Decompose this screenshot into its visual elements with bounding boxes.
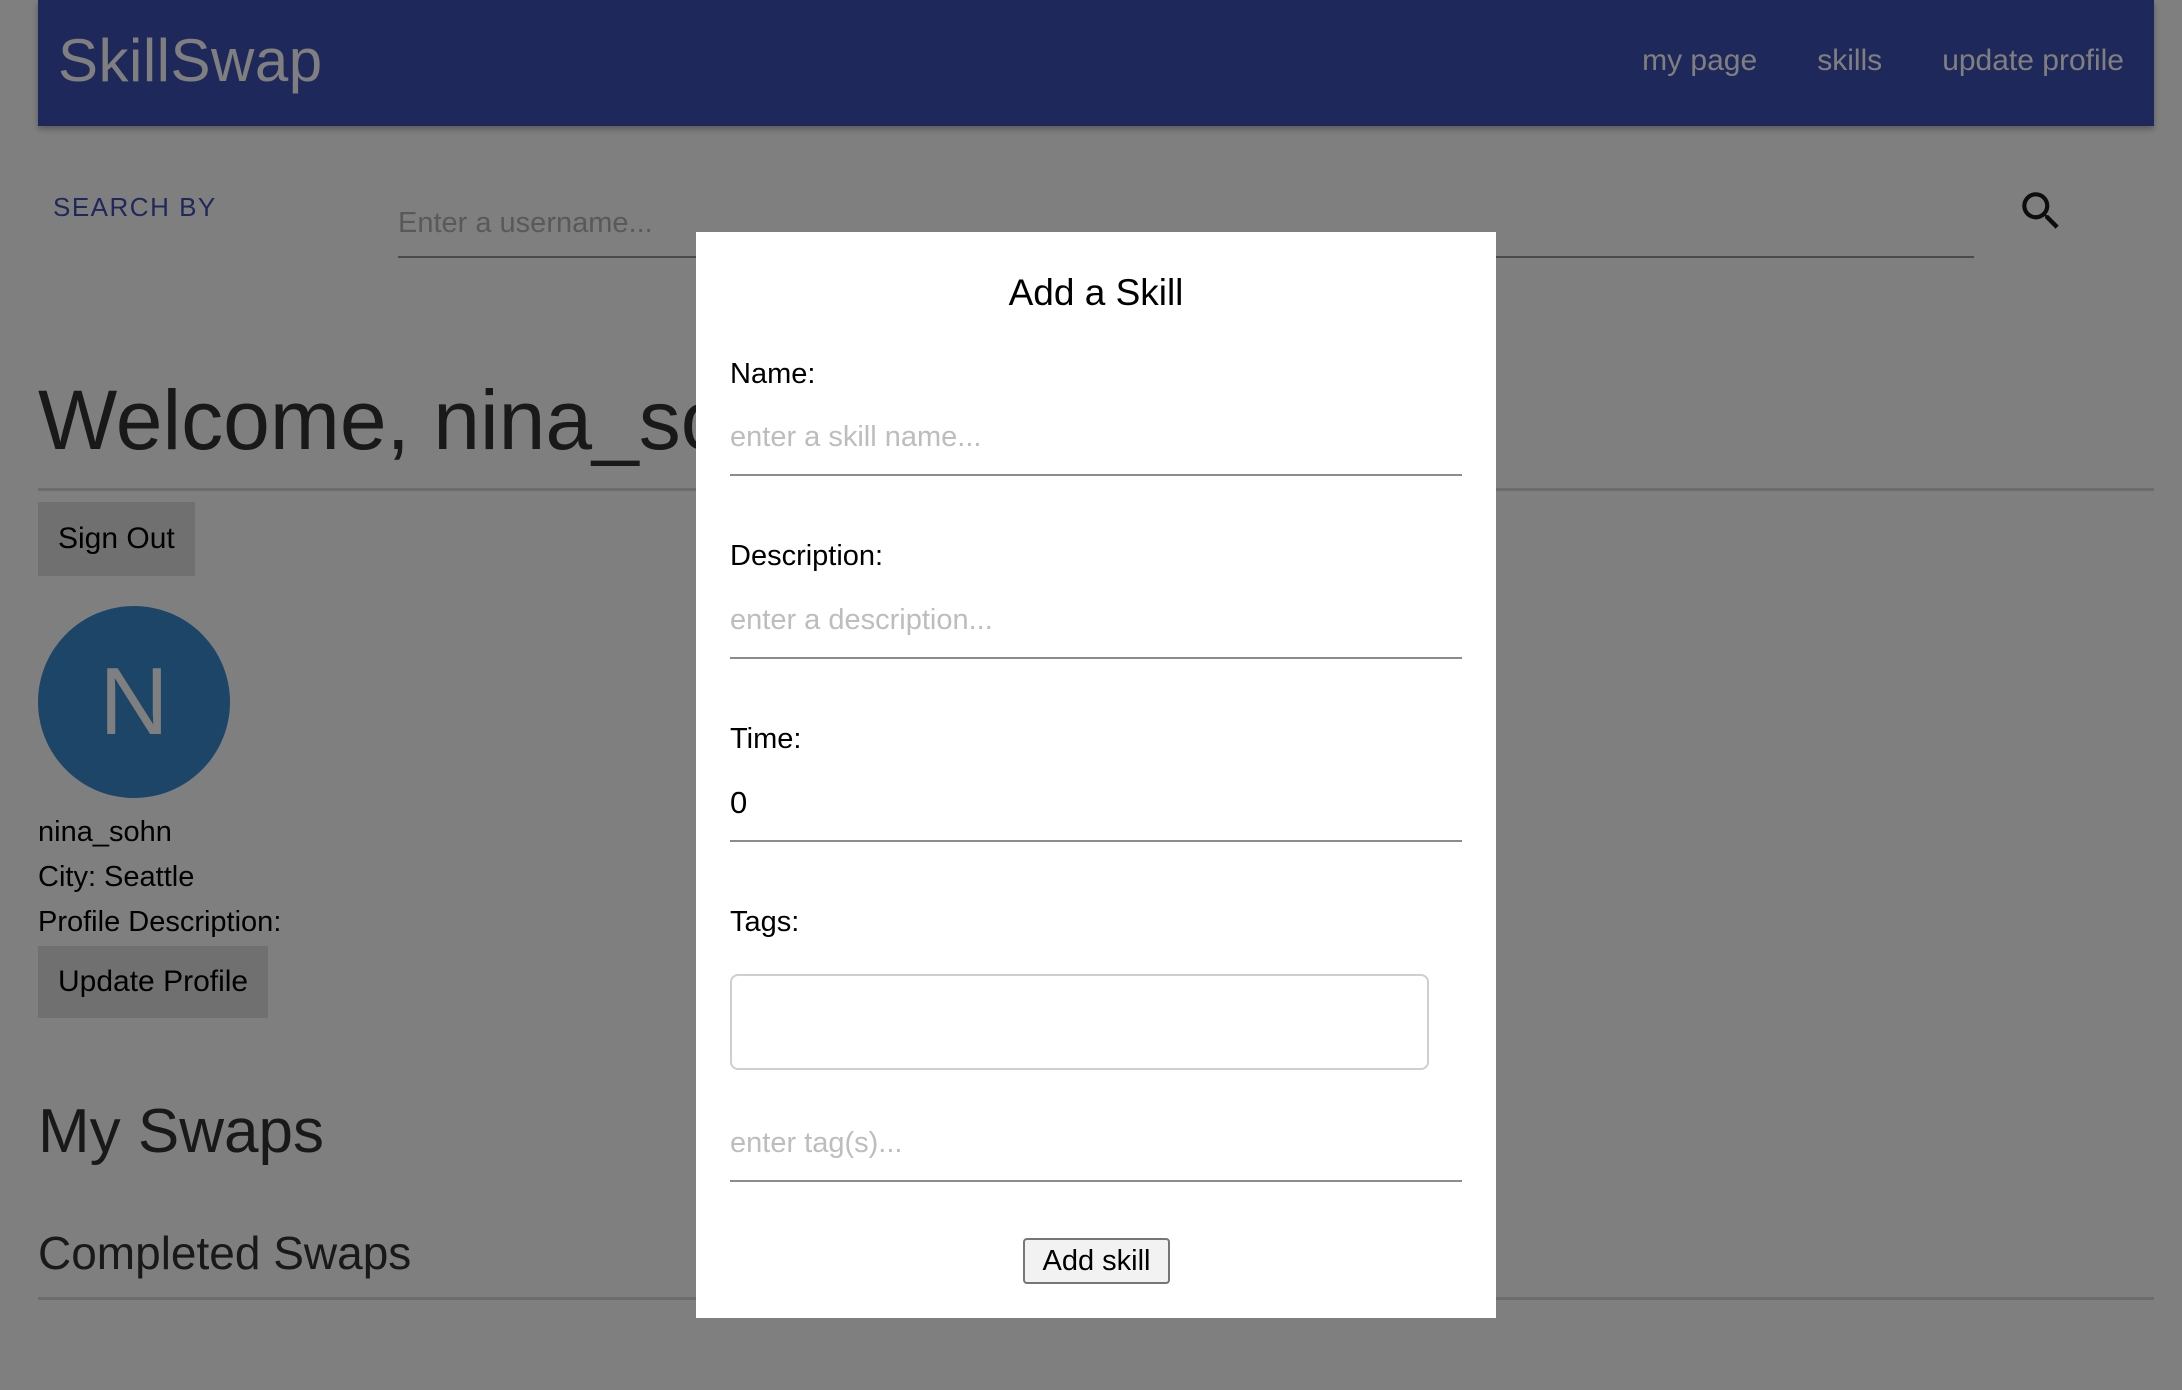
- description-label: Description:: [730, 540, 884, 572]
- tags-list-box[interactable]: [730, 974, 1429, 1070]
- skill-name-input[interactable]: [730, 400, 1462, 476]
- add-skill-button[interactable]: Add skill: [1023, 1238, 1170, 1284]
- tags-input[interactable]: [730, 1106, 1462, 1182]
- modal-title: Add a Skill: [1008, 272, 1184, 313]
- tags-label: Tags:: [730, 906, 800, 938]
- name-label: Name:: [730, 358, 816, 390]
- page: SkillSwap my page skills update profile …: [0, 0, 2182, 1390]
- time-label: Time:: [730, 723, 802, 755]
- time-input[interactable]: [730, 766, 1462, 842]
- add-skill-modal: Add a Skill Name: Description: Time: Tag…: [696, 232, 1496, 1318]
- description-input[interactable]: [730, 583, 1462, 659]
